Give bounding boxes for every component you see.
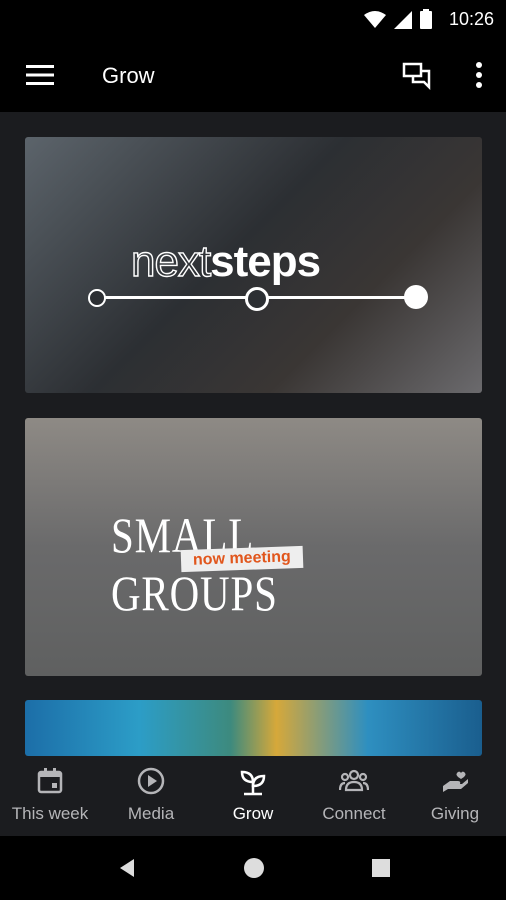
status-bar: 10:26 bbox=[0, 0, 506, 38]
home-icon[interactable] bbox=[242, 856, 266, 880]
nav-label: Connect bbox=[322, 804, 386, 823]
nav-label: This week bbox=[11, 804, 89, 823]
nav-media[interactable]: Media bbox=[101, 756, 201, 836]
wifi-icon bbox=[364, 11, 386, 28]
progress-dot-middle bbox=[245, 287, 269, 311]
nav-giving[interactable]: Giving bbox=[405, 756, 505, 836]
hand-heart-icon bbox=[443, 771, 468, 792]
next-steps-line2: steps bbox=[210, 237, 321, 286]
content-feed: nextsteps SMALL GROUPS now meeting bbox=[0, 112, 506, 756]
status-icons bbox=[364, 9, 432, 29]
progress-dot-end bbox=[404, 285, 428, 309]
more-vertical-icon[interactable] bbox=[474, 60, 484, 90]
back-icon[interactable] bbox=[116, 856, 140, 880]
small-groups-card[interactable]: SMALL GROUPS now meeting bbox=[25, 418, 482, 676]
page-title: Grow bbox=[102, 63, 155, 88]
people-icon bbox=[339, 769, 369, 792]
progress-dot-start bbox=[88, 289, 106, 307]
nav-label: Grow bbox=[232, 804, 274, 823]
nav-grow[interactable]: Grow bbox=[203, 756, 303, 836]
sprout-icon bbox=[240, 770, 266, 796]
signal-icon bbox=[394, 11, 412, 29]
status-time: 10:26 bbox=[448, 9, 494, 29]
now-meeting-tag: now meeting bbox=[180, 545, 304, 573]
calendar-icon bbox=[37, 768, 63, 794]
play-circle-icon bbox=[137, 767, 165, 795]
chat-icon[interactable] bbox=[402, 60, 432, 90]
recents-icon[interactable] bbox=[369, 856, 393, 880]
battery-icon bbox=[420, 9, 432, 29]
nav-label: Media bbox=[127, 804, 175, 823]
next-steps-line1: next bbox=[130, 236, 212, 286]
nav-connect[interactable]: Connect bbox=[304, 756, 404, 836]
third-card[interactable] bbox=[25, 700, 482, 756]
hamburger-icon[interactable] bbox=[26, 64, 54, 86]
app-bar: Grow bbox=[0, 38, 506, 112]
next-steps-card[interactable]: nextsteps bbox=[25, 137, 482, 393]
next-steps-heading: nextsteps bbox=[130, 236, 321, 287]
bottom-nav: This week Media Grow Connect Giving bbox=[0, 756, 506, 836]
nav-this-week[interactable]: This week bbox=[0, 756, 100, 836]
system-nav-bar bbox=[0, 836, 506, 900]
nav-label: Giving bbox=[430, 804, 480, 823]
